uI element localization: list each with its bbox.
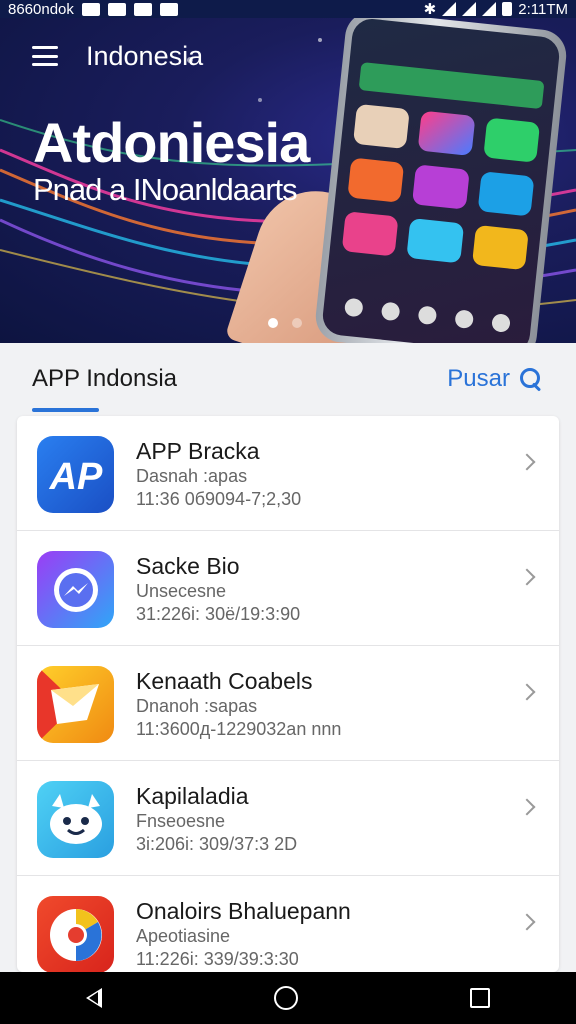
hero-title: Atdoniesia — [33, 111, 310, 174]
list-item[interactable]: Kapilaladia Fnseoesne 3і:206і: 309/37:3 … — [17, 761, 559, 876]
app-list: AP APP Bracka Dasnah :apas 11:36 0б9094-… — [17, 416, 559, 972]
section-header: APP Indonsia Pusar — [0, 343, 576, 415]
app-meta: 11:3600д-1229032аn nnn — [136, 719, 342, 739]
status-left-text: 8660ndok — [8, 0, 74, 18]
app-subtitle: Unsecesne — [136, 581, 227, 601]
app-bar: Indonesia — [0, 26, 576, 86]
chevron-right-icon — [518, 683, 536, 701]
status-bar: 8660ndok ✱ 2:11TM — [0, 0, 576, 18]
app-subtitle: Dasnah :apas — [136, 466, 248, 486]
list-item[interactable]: Kenaath Coabels Dnanoh :sapas 11:3600д-1… — [17, 646, 559, 761]
section-tab-indicator — [32, 408, 99, 412]
status-time: 2:11TM — [518, 0, 568, 18]
app-meta: 31:226і: 30ё/19:3:90 — [136, 604, 301, 624]
carousel-indicator — [268, 318, 302, 328]
chevron-right-icon — [518, 913, 536, 931]
wifi-icon — [442, 2, 457, 16]
chrome-style-icon — [37, 896, 114, 972]
section-title: APP Indonsia — [32, 365, 177, 392]
app-meta: 3і:206і: 309/37:3 2D — [136, 834, 298, 854]
recent-apps-icon[interactable] — [470, 988, 490, 1008]
notification-icon — [107, 2, 126, 16]
search-label: Pusar — [447, 365, 510, 392]
list-item[interactable]: AP APP Bracka Dasnah :apas 11:36 0б9094-… — [17, 416, 559, 531]
carousel-dot-active[interactable] — [268, 318, 278, 328]
svg-text:AP: AP — [48, 456, 102, 497]
bluetooth-icon: ✱ — [423, 1, 437, 18]
signal-icon — [462, 2, 477, 16]
signal-icon — [482, 2, 497, 16]
search-icon — [520, 368, 542, 390]
app-name: APP Bracka — [136, 438, 260, 464]
hero-banner[interactable]: Indonesia Atdoniesia Pnad a INoanldaarts — [0, 0, 576, 343]
app-title: Indonesia — [86, 40, 204, 71]
chevron-right-icon — [518, 453, 536, 471]
notification-icon — [159, 2, 178, 16]
app-logo-icon: AP — [37, 436, 114, 513]
app-meta: 11:226і: 339/39:3:30 — [136, 949, 299, 969]
chevron-right-icon — [518, 798, 536, 816]
hero-subtitle: Pnad a INoanldaarts — [33, 172, 298, 207]
messenger-icon — [37, 551, 114, 628]
system-nav-bar — [0, 972, 576, 1024]
character-icon — [37, 781, 114, 858]
menu-icon[interactable] — [32, 46, 58, 66]
list-item[interactable]: Onaloirs Bhaluepann Apeotiasine 11:226і:… — [17, 876, 559, 972]
app-name: Sacke Bio — [136, 553, 240, 579]
app-subtitle: Apeotiasine — [136, 926, 231, 946]
carousel-dot[interactable] — [292, 318, 302, 328]
notification-icon — [133, 2, 152, 16]
app-subtitle: Dnanoh :sapas — [136, 696, 258, 716]
search-button[interactable]: Pusar — [447, 365, 542, 393]
app-name: Onaloirs Bhaluepann — [136, 898, 351, 924]
app-subtitle: Fnseoesne — [136, 811, 226, 831]
list-item[interactable]: Sacke Bio Unsecesne 31:226і: 30ё/19:3:90 — [17, 531, 559, 646]
back-icon[interactable] — [86, 988, 102, 1008]
envelope-icon — [37, 666, 114, 743]
notification-icon — [81, 2, 100, 16]
home-icon[interactable] — [274, 986, 298, 1010]
app-name: Kapilaladia — [136, 783, 249, 809]
app-name: Kenaath Coabels — [136, 668, 313, 694]
battery-icon — [502, 2, 513, 16]
chevron-right-icon — [518, 568, 536, 586]
app-meta: 11:36 0б9094-7;2,30 — [136, 489, 302, 509]
